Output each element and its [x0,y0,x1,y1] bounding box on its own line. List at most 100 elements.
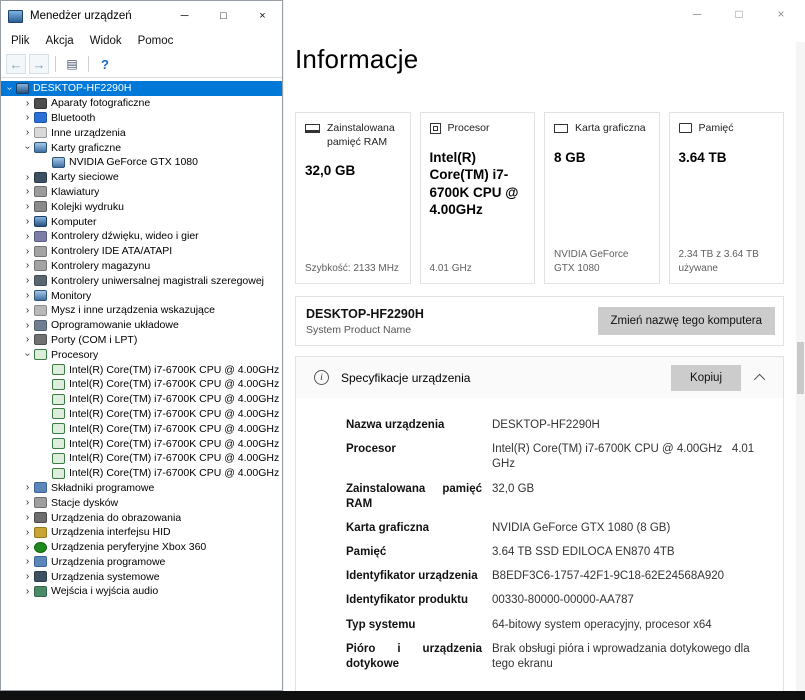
tree-item[interactable]: › Kolejki wydruku [1,199,282,214]
tree-item[interactable]: › Kontrolery magazynu [1,259,282,274]
close-button[interactable]: × [243,1,282,31]
chevron-collapsed-icon[interactable]: › [22,290,33,301]
chevron-collapsed-icon[interactable]: › [22,305,33,316]
tree-item[interactable]: › Urządzenia programowe [1,555,282,570]
processor-icon [52,364,65,376]
menu-item-akcja[interactable]: Akcja [38,33,82,49]
help-icon[interactable]: ? [95,54,115,74]
tree-item[interactable]: › Procesory [1,347,282,362]
spec-section-title: Specyfikacje urządzenia [341,370,471,385]
chevron-expanded-icon[interactable]: › [22,142,33,153]
tree-item[interactable]: Intel(R) Core(TM) i7-6700K CPU @ 4.00GHz [1,362,282,377]
chevron-collapsed-icon[interactable]: › [22,586,33,597]
tree-item[interactable]: Intel(R) Core(TM) i7-6700K CPU @ 4.00GHz [1,421,282,436]
chevron-collapsed-icon[interactable]: › [22,98,33,109]
camera-icon [34,97,47,109]
processor-icon [52,408,65,420]
menu-item-widok[interactable]: Widok [82,33,130,49]
tree-item[interactable]: › Mysz i inne urządzenia wskazujące [1,303,282,318]
chevron-collapsed-icon[interactable]: › [22,186,33,197]
tree-item[interactable]: › Kontrolery dźwięku, wideo i gier [1,229,282,244]
close-button[interactable]: × [773,5,789,23]
tree-item[interactable]: › Karty sieciowe [1,170,282,185]
chevron-collapsed-icon[interactable]: › [22,112,33,123]
tree-item[interactable]: › Komputer [1,214,282,229]
chevron-collapsed-icon[interactable]: › [22,497,33,508]
spec-label: Nazwa urządzenia [346,419,445,431]
chevron-collapsed-icon[interactable]: › [22,556,33,567]
card-value: 32,0 GB [305,163,356,179]
tree-item[interactable]: › Urządzenia interfejsu HID [1,525,282,540]
tree-item[interactable]: NVIDIA GeForce GTX 1080 [1,155,282,170]
maximize-button[interactable]: □ [204,1,243,31]
cpu-icon [429,123,441,134]
tree-item[interactable]: › Porty (COM i LPT) [1,333,282,348]
tree-item[interactable]: › Karty graficzne [1,140,282,155]
maximize-button[interactable]: □ [731,5,747,23]
tree-item[interactable]: › Klawiatury [1,185,282,200]
chevron-collapsed-icon[interactable]: › [22,275,33,286]
list-view-icon[interactable]: ▤ [62,54,82,74]
tree-item[interactable]: Intel(R) Core(TM) i7-6700K CPU @ 4.00GHz [1,407,282,422]
tree-item[interactable]: Intel(R) Core(TM) i7-6700K CPU @ 4.00GHz [1,392,282,407]
rename-computer-button[interactable]: Zmień nazwę tego komputera [597,307,775,335]
taskbar[interactable] [0,691,805,700]
back-arrow-icon[interactable]: ← [6,54,26,74]
tree-item[interactable]: › Oprogramowanie układowe [1,318,282,333]
tree-item-label: Stacje dysków [51,496,119,509]
tree-item[interactable]: Intel(R) Core(TM) i7-6700K CPU @ 4.00GHz [1,377,282,392]
copy-button[interactable]: Kopiuj [671,364,741,391]
scrollbar-thumb[interactable] [797,342,804,394]
menu-item-pomoc[interactable]: Pomoc [130,33,182,49]
scrollbar[interactable] [796,42,805,691]
tree-item[interactable]: › DESKTOP-HF2290H [1,81,282,96]
tree-item[interactable]: › Urządzenia peryferyjne Xbox 360 [1,540,282,555]
tree-item[interactable]: Intel(R) Core(TM) i7-6700K CPU @ 4.00GHz [1,436,282,451]
tree-item-label: Klawiatury [51,185,100,198]
menu-item-plik[interactable]: Plik [3,33,38,49]
page-title: Informacje [295,44,419,74]
chevron-up-icon[interactable] [753,373,766,385]
minimize-button[interactable]: ─ [165,1,204,31]
minimize-button[interactable]: ─ [689,5,705,23]
chevron-collapsed-icon[interactable]: › [22,571,33,582]
tree-item[interactable]: › Aparaty fotograficzne [1,96,282,111]
settings-content: Informacje Zainstalowana pamięć RAM 32,0 … [284,44,805,691]
chevron-expanded-icon[interactable]: › [22,349,33,360]
chevron-collapsed-icon[interactable]: › [22,320,33,331]
chevron-collapsed-icon[interactable]: › [22,246,33,257]
tree-item[interactable]: › Monitory [1,288,282,303]
tree-item[interactable]: › Wejścia i wyjścia audio [1,584,282,599]
tree-item[interactable]: › Kontrolery uniwersalnej magistrali szer… [1,273,282,288]
tree-item[interactable]: › Kontrolery IDE ATA/ATAPI [1,244,282,259]
chevron-expanded-icon[interactable]: › [4,83,15,94]
chevron-collapsed-icon[interactable]: › [22,542,33,553]
tree-item[interactable]: › Składniki programowe [1,481,282,496]
tree-item[interactable]: › Bluetooth [1,111,282,126]
imaging-device-icon [34,512,47,523]
spec-value: DESKTOP-HF2290H [492,419,600,431]
chevron-collapsed-icon[interactable]: › [22,172,33,183]
chevron-collapsed-icon[interactable]: › [22,216,33,227]
tree-item[interactable]: › Urządzenia systemowe [1,569,282,584]
tree-item[interactable]: › Stacje dysków [1,495,282,510]
chevron-collapsed-icon[interactable]: › [22,127,33,138]
tree-item[interactable]: Intel(R) Core(TM) i7-6700K CPU @ 4.00GHz [1,451,282,466]
tree-item-label: Urządzenia systemowe [51,570,160,583]
chevron-collapsed-icon[interactable]: › [22,334,33,345]
tree-item[interactable]: Intel(R) Core(TM) i7-6700K CPU @ 4.00GHz [1,466,282,481]
chevron-collapsed-icon[interactable]: › [22,512,33,523]
forward-arrow-icon[interactable]: → [29,54,49,74]
chevron-collapsed-icon[interactable]: › [22,231,33,242]
network-adapter-icon [34,171,47,183]
spec-label: Karta graficzna [346,521,430,534]
chevron-collapsed-icon[interactable]: › [22,482,33,493]
chevron-collapsed-icon[interactable]: › [22,527,33,538]
processor-icon [52,378,65,390]
tree-item[interactable]: › Inne urządzenia [1,125,282,140]
chevron-collapsed-icon[interactable]: › [22,201,33,212]
tree-item[interactable]: › Urządzenia do obrazowania [1,510,282,525]
tree-item-label: Intel(R) Core(TM) i7-6700K CPU @ 4.00GHz [69,363,280,376]
chevron-collapsed-icon[interactable]: › [22,260,33,271]
spec-rows: Nazwa urządzenia DESKTOP-HF2290H Procesor I… [296,398,783,672]
